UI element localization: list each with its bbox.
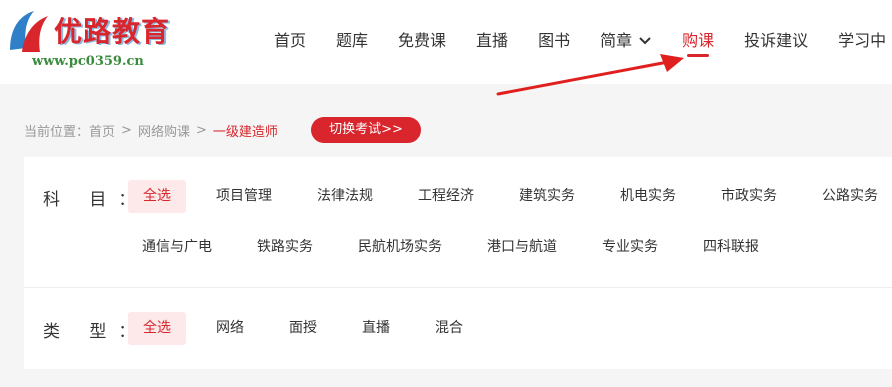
subject-option[interactable]: 铁路实务	[257, 231, 313, 264]
nav-label: 简章	[600, 31, 633, 50]
nav-books[interactable]: 图书	[538, 28, 570, 54]
breadcrumb: 当前位置： 首页 > 网络购课 > 一级建造师	[24, 121, 278, 140]
subject-option[interactable]: 公路实务	[822, 180, 878, 213]
breadcrumb-separator: >	[121, 122, 132, 138]
type-option[interactable]: 混合	[435, 312, 463, 345]
main-nav: 首页 题库 免费课 直播 图书 简章 购课 投诉建议 学习中	[274, 28, 892, 57]
subject-option[interactable]: 通信与广电	[142, 231, 212, 264]
nav-label: 首页	[274, 31, 307, 50]
nav-label: 直播	[476, 31, 509, 50]
filter-panel: 科 目： 全选 项目管理 法律法规 工程经济 建筑实务 机电实务 市政实务 公路…	[24, 157, 892, 369]
nav-live[interactable]: 直播	[476, 28, 508, 54]
nav-label: 学习中	[838, 31, 887, 50]
nav-home[interactable]: 首页	[274, 28, 306, 54]
nav-label: 图书	[538, 31, 571, 50]
nav-learning-center[interactable]: 学习中	[838, 28, 886, 54]
type-option[interactable]: 直播	[362, 312, 390, 345]
breadcrumb-category[interactable]: 网络购课	[138, 121, 190, 140]
filter-divider	[24, 287, 892, 288]
youlu-logo-icon	[10, 11, 48, 52]
nav-buy-course[interactable]: 购课	[682, 28, 715, 57]
site-logo[interactable]: 优路教育 www.pc0359.cn	[4, 6, 214, 69]
subject-option[interactable]: 项目管理	[216, 180, 272, 213]
watermark-url: www.pc0359.cn	[32, 54, 144, 69]
subject-option[interactable]: 机电实务	[620, 180, 676, 213]
subject-option[interactable]: 法律法规	[317, 180, 373, 213]
logo-text: 优路教育	[54, 15, 171, 48]
subject-option[interactable]: 四科联报	[703, 231, 759, 264]
breadcrumb-home[interactable]: 首页	[89, 121, 115, 140]
type-option-all[interactable]: 全选	[128, 312, 186, 345]
breadcrumb-separator: >	[195, 122, 207, 138]
nav-label: 投诉建议	[744, 31, 809, 50]
site-header: 优路教育 www.pc0359.cn 首页 题库 免费课 直播 图书 简章 购课…	[0, 0, 892, 84]
nav-label: 购课	[682, 31, 715, 50]
subject-option[interactable]: 专业实务	[602, 231, 658, 264]
nav-question-bank[interactable]: 题库	[336, 28, 368, 54]
breadcrumb-prefix: 当前位置：	[24, 124, 90, 140]
chevron-down-icon	[639, 37, 651, 45]
switch-exam-button[interactable]: 切换考试>>	[311, 117, 421, 143]
nav-free-courses[interactable]: 免费课	[398, 28, 446, 54]
subject-option[interactable]: 民航机场实务	[358, 231, 442, 264]
subject-option[interactable]: 市政实务	[721, 180, 777, 213]
nav-complaints[interactable]: 投诉建议	[744, 28, 808, 54]
breadcrumb-current: 一级建造师	[212, 124, 278, 140]
subject-option[interactable]: 工程经济	[418, 180, 474, 213]
type-option[interactable]: 网络	[216, 312, 244, 345]
subject-option-all[interactable]: 全选	[128, 180, 186, 213]
nav-label: 题库	[336, 31, 369, 50]
type-option[interactable]: 面授	[289, 312, 317, 345]
nav-brochure[interactable]: 简章	[600, 28, 652, 54]
subject-option[interactable]: 港口与航道	[487, 231, 557, 264]
nav-label: 免费课	[398, 31, 447, 50]
subject-option[interactable]: 建筑实务	[519, 180, 575, 213]
